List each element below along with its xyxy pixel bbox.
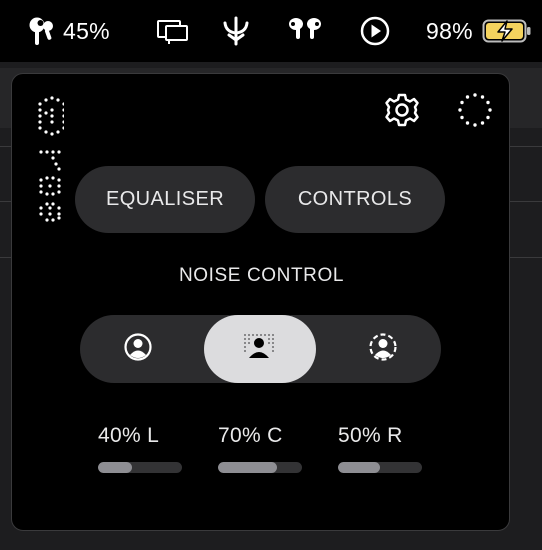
earbuds-control-panel: EQUALISER CONTROLS NOISE CONTROL 40% L 7…	[11, 73, 510, 531]
level-fill	[338, 462, 380, 473]
level-label: 70% C	[218, 424, 283, 447]
equaliser-button[interactable]: EQUALISER	[75, 166, 255, 233]
level-track	[338, 462, 422, 473]
bluetooth-icon[interactable]	[220, 0, 252, 62]
off-person-icon	[368, 332, 398, 367]
mac-battery-item[interactable]: 98%	[426, 0, 532, 62]
earbud-icon	[26, 14, 60, 48]
noise-control-title: NOISE CONTROL	[178, 265, 345, 286]
display-mirroring-icon[interactable]	[155, 0, 191, 62]
noise-control-segmented	[80, 315, 441, 383]
level-label: 50% R	[338, 424, 403, 447]
level-fill	[218, 462, 277, 473]
level-track	[218, 462, 302, 473]
left-earbud-level: 40% L	[98, 424, 183, 473]
off-option[interactable]	[324, 315, 441, 383]
level-track	[98, 462, 182, 473]
airpods-icon[interactable]	[285, 0, 325, 62]
earbuds-battery-text: 45%	[63, 17, 110, 44]
right-earbud-level: 50% R	[338, 424, 423, 473]
battery-charging-icon	[482, 18, 532, 44]
gear-icon[interactable]	[382, 90, 422, 130]
controls-button[interactable]: CONTROLS	[265, 166, 445, 233]
ear-1-logo	[34, 94, 66, 229]
case-level: 70% C	[218, 424, 303, 473]
anc-person-icon	[123, 332, 153, 367]
transparency-person-icon	[242, 332, 278, 367]
menu-bar: 45% 98%	[0, 0, 542, 62]
dotted-loading-icon[interactable]	[455, 90, 495, 130]
transparency-option[interactable]	[204, 315, 316, 383]
earbuds-status-item[interactable]: 45%	[26, 0, 110, 62]
mac-battery-text: 98%	[426, 17, 473, 44]
noise-cancelling-option[interactable]	[80, 315, 196, 383]
level-fill	[98, 462, 132, 473]
play-icon[interactable]	[359, 0, 391, 62]
level-label: 40% L	[98, 424, 160, 447]
